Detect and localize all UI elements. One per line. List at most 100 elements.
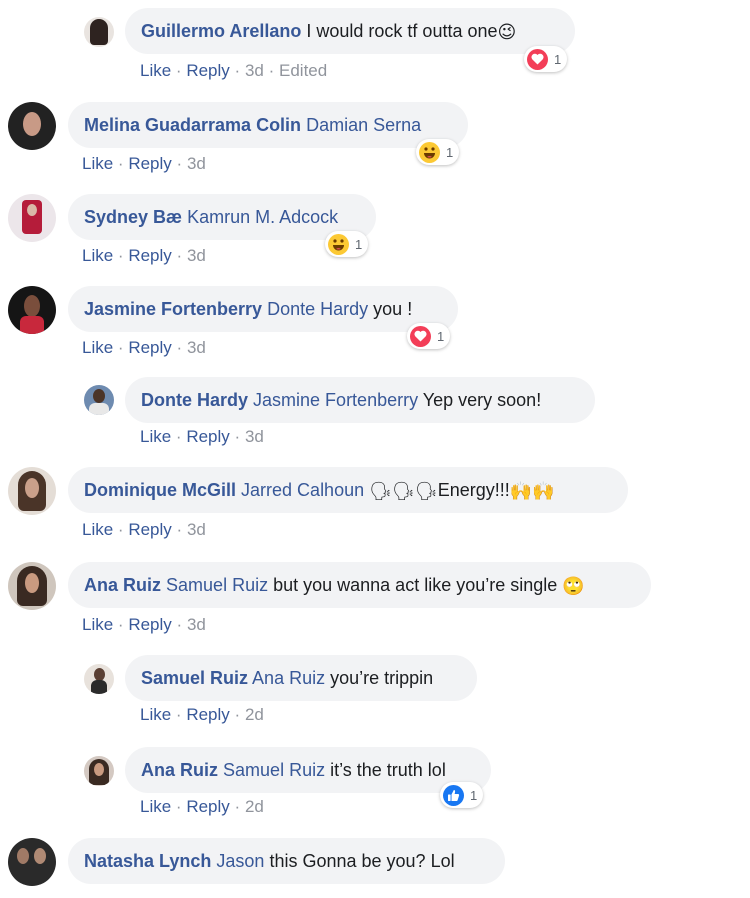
mention-link[interactable]: Samuel Ruiz — [223, 760, 325, 780]
comment: Dominique McGill Jarred Calhoun 🗣🗣🗣Energ… — [0, 467, 750, 539]
heart-icon — [527, 48, 548, 70]
avatar[interactable] — [8, 838, 56, 886]
comment-reply: Ana Ruiz Samuel Ruiz it’s the truth lol … — [0, 747, 750, 816]
like-link[interactable]: Like — [140, 705, 171, 724]
laughing-face-icon — [328, 233, 349, 255]
raised-hands-emoji-icon: 🙌🙌 — [509, 481, 555, 502]
comment-author[interactable]: Sydney Bæ — [84, 207, 182, 227]
comment-bubble: Ana Ruiz Samuel Ruiz but you wanna act l… — [68, 562, 651, 608]
comment-author[interactable]: Guillermo Arellano — [141, 21, 301, 41]
avatar[interactable] — [84, 664, 114, 694]
mention-link[interactable]: Samuel Ruiz — [166, 575, 268, 595]
comment-actions: Like · Reply · 3d — [82, 338, 206, 357]
timestamp[interactable]: 2d — [245, 797, 264, 816]
reaction-count: 1 — [470, 787, 478, 803]
like-link[interactable]: Like — [82, 154, 113, 173]
reply-link[interactable]: Reply — [128, 338, 171, 357]
avatar[interactable] — [8, 286, 56, 334]
like-link[interactable]: Like — [82, 338, 113, 357]
comment: Sydney Bæ Kamrun M. Adcock 1 Like · Repl… — [0, 194, 750, 265]
timestamp[interactable]: 3d — [245, 61, 264, 80]
like-link[interactable]: Like — [140, 797, 171, 816]
reaction-summary[interactable]: 1 — [416, 139, 460, 165]
comment-author[interactable]: Dominique McGill — [84, 480, 236, 500]
comment-reply: Donte Hardy Jasmine Fortenberry Yep very… — [0, 377, 750, 446]
comment-actions: Like · Reply · 2d — [140, 797, 264, 816]
reply-link[interactable]: Reply — [128, 615, 171, 634]
reply-link[interactable]: Reply — [128, 154, 171, 173]
comment-bubble: Guillermo Arellano I would rock tf outta… — [125, 8, 575, 54]
reply-link[interactable]: Reply — [128, 246, 171, 265]
comment: Ana Ruiz Samuel Ruiz but you wanna act l… — [0, 562, 750, 634]
comment: Melina Guadarrama Colin Damian Serna 1 L… — [0, 102, 750, 173]
comment-bubble: Natasha Lynch Jason this Gonna be you? L… — [68, 838, 505, 884]
reply-link[interactable]: Reply — [186, 797, 229, 816]
avatar[interactable] — [84, 756, 114, 786]
like-link[interactable]: Like — [140, 427, 171, 446]
comment-text: I would rock tf outta one — [306, 21, 498, 41]
reaction-count: 1 — [554, 51, 562, 67]
reaction-summary[interactable]: 1 — [524, 46, 568, 72]
avatar[interactable] — [8, 102, 56, 150]
like-link[interactable]: Like — [82, 615, 113, 634]
comment-text: Energy!!! — [437, 480, 510, 500]
comment-actions: Like · Reply · 3d — [82, 520, 206, 539]
reply-link[interactable]: Reply — [186, 427, 229, 446]
mention-link[interactable]: Jason — [216, 851, 264, 871]
mention-link[interactable]: Kamrun M. Adcock — [187, 207, 338, 227]
mention-link[interactable]: Donte Hardy — [267, 299, 368, 319]
comment-text: but you wanna act like you’re single — [273, 575, 558, 595]
eye-roll-emoji-icon: 🙄 — [562, 576, 585, 597]
like-link[interactable]: Like — [140, 61, 171, 80]
comment-actions: Like · Reply · 3d — [82, 246, 206, 265]
timestamp[interactable]: 3d — [187, 154, 206, 173]
mention-link[interactable]: Jarred Calhoun — [241, 480, 364, 500]
comment-author[interactable]: Ana Ruiz — [84, 575, 161, 595]
like-link[interactable]: Like — [82, 246, 113, 265]
reply-link[interactable]: Reply — [186, 61, 229, 80]
comment-bubble: Samuel Ruiz Ana Ruiz you’re trippin — [125, 655, 477, 701]
comment-author[interactable]: Melina Guadarrama Colin — [84, 115, 301, 135]
comment-author[interactable]: Ana Ruiz — [141, 760, 218, 780]
reaction-summary[interactable]: 1 — [325, 231, 369, 257]
comment-bubble: Ana Ruiz Samuel Ruiz it’s the truth lol — [125, 747, 491, 793]
reaction-summary[interactable]: 1 — [440, 782, 484, 808]
timestamp[interactable]: 3d — [187, 520, 206, 539]
comment-author[interactable]: Samuel Ruiz — [141, 668, 248, 688]
mention-link[interactable]: Ana Ruiz — [252, 668, 325, 688]
comment-actions: Like · Reply · 3d — [140, 427, 264, 446]
comment-actions: Like · Reply · 2d — [140, 705, 264, 724]
timestamp[interactable]: 3d — [187, 615, 206, 634]
avatar[interactable] — [84, 385, 114, 415]
reaction-count: 1 — [355, 236, 363, 252]
comment-actions: Like · Reply · 3d · Edited — [140, 61, 328, 80]
wink-emoji-icon: 😉 — [497, 22, 517, 43]
comment-author[interactable]: Jasmine Fortenberry — [84, 299, 262, 319]
timestamp[interactable]: 2d — [245, 705, 264, 724]
reaction-count: 1 — [446, 144, 454, 160]
comment-bubble: Donte Hardy Jasmine Fortenberry Yep very… — [125, 377, 595, 423]
comment-actions: Like · Reply · 3d — [82, 154, 206, 173]
avatar[interactable] — [8, 467, 56, 515]
comment-text: it’s the truth lol — [330, 760, 446, 780]
speaking-head-emoji-icon: 🗣🗣🗣 — [369, 481, 438, 502]
reaction-summary[interactable]: 1 — [407, 323, 451, 349]
reaction-count: 1 — [437, 328, 445, 344]
like-link[interactable]: Like — [82, 520, 113, 539]
avatar[interactable] — [8, 194, 56, 242]
comment-author[interactable]: Donte Hardy — [141, 390, 248, 410]
timestamp[interactable]: 3d — [187, 246, 206, 265]
avatar[interactable] — [8, 562, 56, 610]
mention-link[interactable]: Jasmine Fortenberry — [253, 390, 418, 410]
comment: Natasha Lynch Jason this Gonna be you? L… — [0, 838, 750, 898]
comment-bubble: Jasmine Fortenberry Donte Hardy you ! — [68, 286, 458, 332]
edited-label[interactable]: Edited — [279, 61, 327, 80]
timestamp[interactable]: 3d — [187, 338, 206, 357]
comment-reply: Guillermo Arellano I would rock tf outta… — [0, 8, 750, 80]
timestamp[interactable]: 3d — [245, 427, 264, 446]
reply-link[interactable]: Reply — [186, 705, 229, 724]
mention-link[interactable]: Damian Serna — [306, 115, 421, 135]
reply-link[interactable]: Reply — [128, 520, 171, 539]
comment-author[interactable]: Natasha Lynch — [84, 851, 211, 871]
avatar[interactable] — [84, 17, 114, 47]
